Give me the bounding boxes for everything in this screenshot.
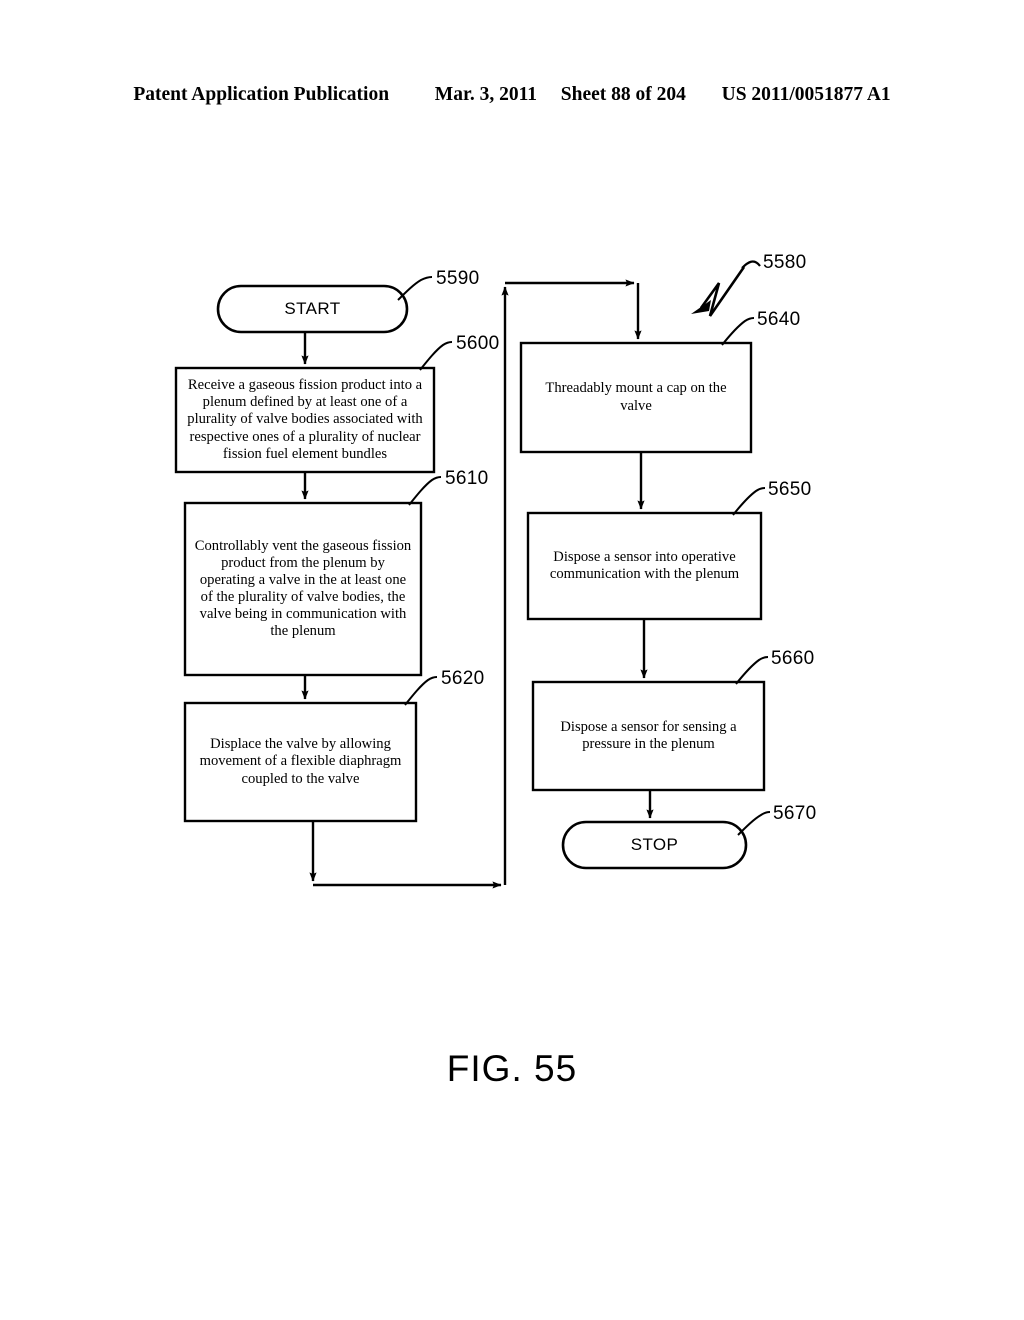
- leader-5600: [419, 341, 453, 371]
- leader-5610: [408, 476, 442, 506]
- ref-numeral-5620: 5620: [441, 668, 485, 689]
- node-stop-label: STOP: [630, 835, 679, 855]
- node-5610-label: Controllably vent the gaseous fission pr…: [194, 537, 412, 640]
- node-5600-label: Receive a gaseous fission product into a…: [187, 377, 423, 462]
- ref-numeral-5660: 5660: [771, 648, 815, 669]
- node-5620-label: Displace the valve by allowing movement …: [199, 736, 402, 787]
- leader-5650: [732, 487, 766, 516]
- node-start-label: START: [284, 299, 341, 319]
- ref-numeral-5650: 5650: [768, 479, 812, 500]
- figure-caption: FIG. 55: [446, 1048, 578, 1089]
- leader-5660: [735, 656, 769, 685]
- ref-numeral-5590: 5590: [436, 268, 480, 289]
- leader-5620: [404, 676, 438, 706]
- node-5640-label: Threadably mount a cap on the valve: [545, 380, 727, 414]
- ref-numeral-5670: 5670: [773, 803, 817, 824]
- ref-numeral-5580: 5580: [763, 252, 807, 273]
- ref-numeral-5610: 5610: [445, 468, 489, 489]
- ref-numeral-5600: 5600: [456, 333, 500, 354]
- node-5660-label: Dispose a sensor for sensing a pressure …: [560, 718, 737, 752]
- patent-figure: [0, 0, 1024, 1320]
- leader-5580-arrowhead: [691, 300, 711, 314]
- leader-5580-hook: [741, 260, 761, 269]
- ref-numeral-5640: 5640: [757, 309, 801, 330]
- leader-5640: [721, 317, 755, 346]
- node-5650-label: Dispose a sensor into operative communic…: [549, 548, 740, 582]
